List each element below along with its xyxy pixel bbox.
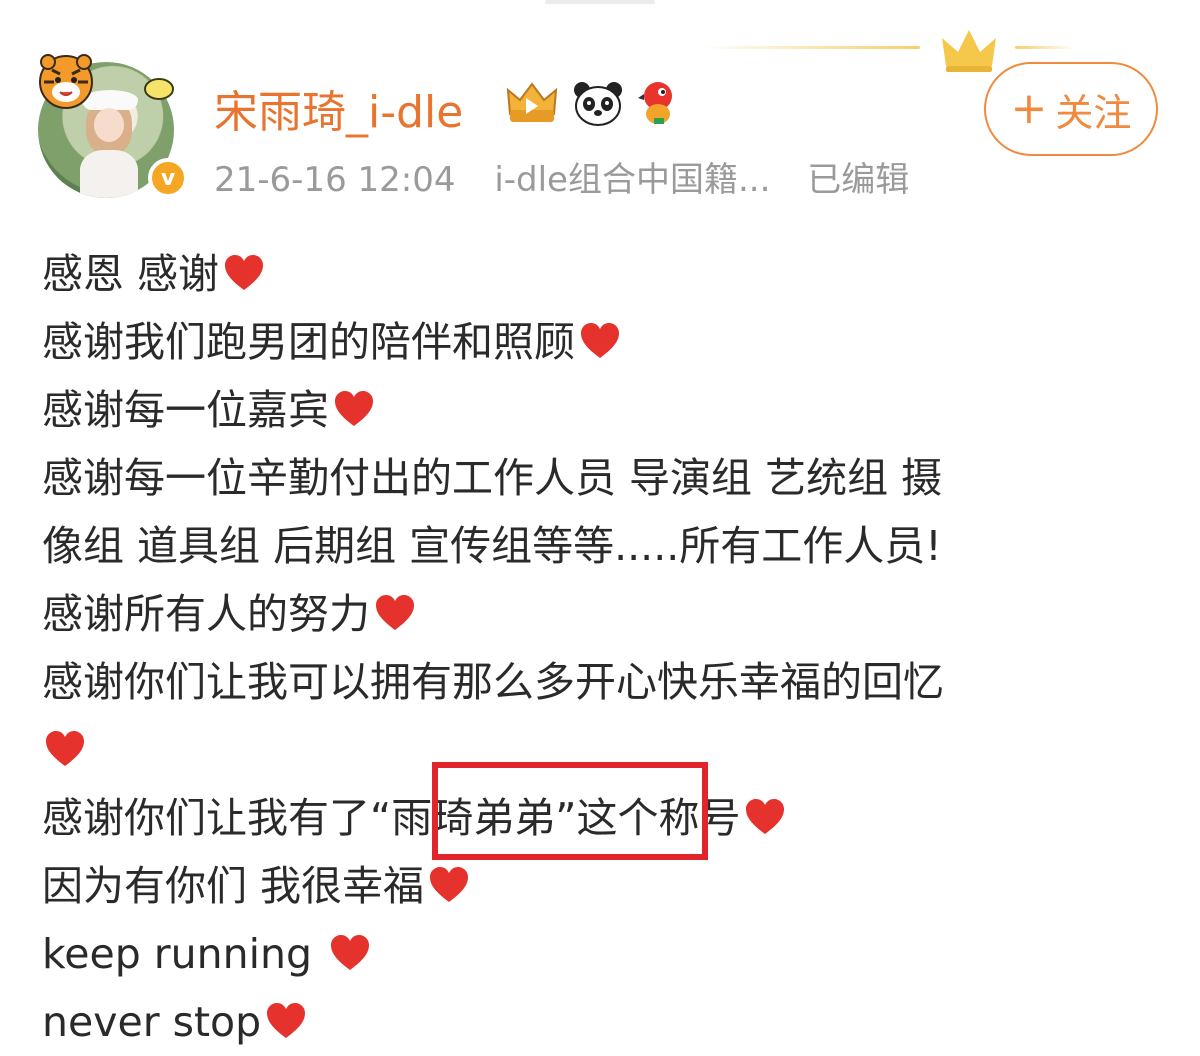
post-line: 感谢每一位辛勤付出的工作人员 导演组 艺统组 摄 <box>42 454 943 502</box>
post-meta: 21-6-16 12:04 i-dle组合中国籍... 已编辑 <box>214 152 909 201</box>
verified-badge: v <box>148 158 188 198</box>
decor-line-left <box>700 46 920 49</box>
heart-icon <box>581 323 619 358</box>
post-timestamp: 21-6-16 12:04 <box>214 160 456 200</box>
tiger-sticker-icon <box>39 54 93 109</box>
post-body: 感恩 感谢 感谢我们跑男团的陪伴和照顾 感谢每一位嘉宾 感谢每一位辛勤付出的工作… <box>42 240 1172 1056</box>
post-line: 感谢所有人的努力 <box>42 580 1172 648</box>
post-line: 像组 道具组 后期组 宣传组等等.....所有工作人员! <box>42 522 942 570</box>
post-line: 感谢每一位嘉宾 <box>42 376 1172 444</box>
decor-line-right <box>1015 46 1075 49</box>
post-line: 感谢你们让我可以拥有那么多开心快乐幸福的回忆 <box>42 658 944 706</box>
heart-icon <box>331 935 370 970</box>
post-source[interactable]: i-dle组合中国籍... <box>494 152 770 201</box>
username[interactable]: 宋雨琦_i-dle <box>214 76 463 140</box>
follow-button[interactable]: + 关注 <box>984 62 1158 156</box>
panda-icon[interactable] <box>572 80 624 126</box>
avatar[interactable]: v <box>38 54 188 198</box>
post-line: keep running <box>42 920 1172 988</box>
edited-label[interactable]: 已编辑 <box>807 152 909 201</box>
top-drag-handle <box>545 0 655 4</box>
post-line: 因为有你们 我很幸福 <box>42 852 1172 920</box>
heart-icon <box>746 799 785 834</box>
heart-icon <box>225 255 264 290</box>
post-line: 感谢我们跑男团的陪伴和照顾 <box>42 308 1172 376</box>
heart-icon <box>267 1003 306 1038</box>
leaf-sticker-icon <box>144 78 174 100</box>
highlight-box <box>432 762 708 860</box>
follow-label: 关注 <box>1055 90 1132 135</box>
heart-icon <box>376 595 414 630</box>
heart-icon <box>46 731 84 766</box>
post-line: never stop <box>42 988 1172 1056</box>
plus-icon: + <box>1010 83 1048 134</box>
post-line: 感恩 感谢 <box>42 240 1172 308</box>
vip-crown-icon[interactable] <box>504 80 560 126</box>
heart-icon <box>430 867 469 902</box>
crown-icon <box>942 30 996 72</box>
heart-icon <box>335 391 373 426</box>
parrot-icon[interactable] <box>636 78 680 126</box>
